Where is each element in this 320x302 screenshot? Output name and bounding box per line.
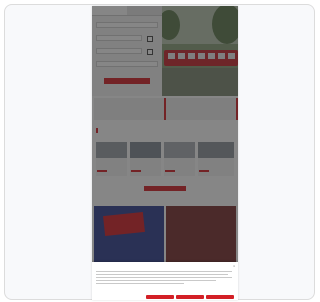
tram-window <box>198 53 205 59</box>
tram-window <box>208 53 215 59</box>
accent-bar <box>164 98 166 120</box>
hero-tree <box>212 6 238 44</box>
booking-tabs <box>92 6 162 16</box>
booking-form <box>92 6 162 96</box>
card-tag <box>131 170 141 172</box>
cookie-text-line <box>96 283 184 285</box>
card-image <box>198 142 234 158</box>
cookie-banner: × <box>92 262 238 300</box>
passengers-field[interactable] <box>96 61 158 67</box>
news-card[interactable] <box>198 142 234 176</box>
tram-window <box>168 53 175 59</box>
promo-sign <box>103 211 145 237</box>
tram-window <box>218 53 225 59</box>
search-tickets-button[interactable] <box>104 78 150 84</box>
news-card[interactable] <box>130 142 161 176</box>
hero-road <box>162 68 238 96</box>
tram-window <box>178 53 185 59</box>
calendar-icon[interactable] <box>147 49 153 55</box>
cookie-reject-button[interactable] <box>146 295 174 299</box>
tram-window <box>188 53 195 59</box>
news-card[interactable] <box>164 142 195 176</box>
cookie-accept-button[interactable] <box>206 295 234 299</box>
cookie-settings-button[interactable] <box>176 295 204 299</box>
tab-return[interactable] <box>127 6 162 16</box>
info-panel[interactable] <box>94 98 164 120</box>
cookie-text-line <box>96 271 232 273</box>
close-icon[interactable]: × <box>233 264 235 268</box>
card-image <box>130 142 161 158</box>
promo-tile[interactable] <box>166 206 236 266</box>
accent-bar <box>236 98 238 120</box>
cookie-text-line <box>96 277 232 279</box>
card-image <box>96 142 127 158</box>
mobile-page: × <box>92 6 238 300</box>
date-field[interactable] <box>96 48 142 54</box>
section-accent <box>96 128 98 133</box>
hero-image <box>162 6 238 96</box>
promo-tile[interactable] <box>94 206 164 266</box>
calendar-icon[interactable] <box>147 36 153 42</box>
card-tag <box>97 170 107 172</box>
card-image <box>164 142 195 158</box>
tab-outbound[interactable] <box>92 6 127 16</box>
to-field[interactable] <box>96 35 142 41</box>
info-panel[interactable] <box>166 98 236 120</box>
news-card[interactable] <box>96 142 127 176</box>
card-tag <box>165 170 175 172</box>
cookie-text-line <box>96 280 216 282</box>
from-field[interactable] <box>96 22 158 28</box>
tram-window <box>228 53 235 59</box>
cookie-text-line <box>96 274 228 276</box>
card-tag <box>199 170 209 172</box>
show-more-button[interactable] <box>144 186 186 191</box>
